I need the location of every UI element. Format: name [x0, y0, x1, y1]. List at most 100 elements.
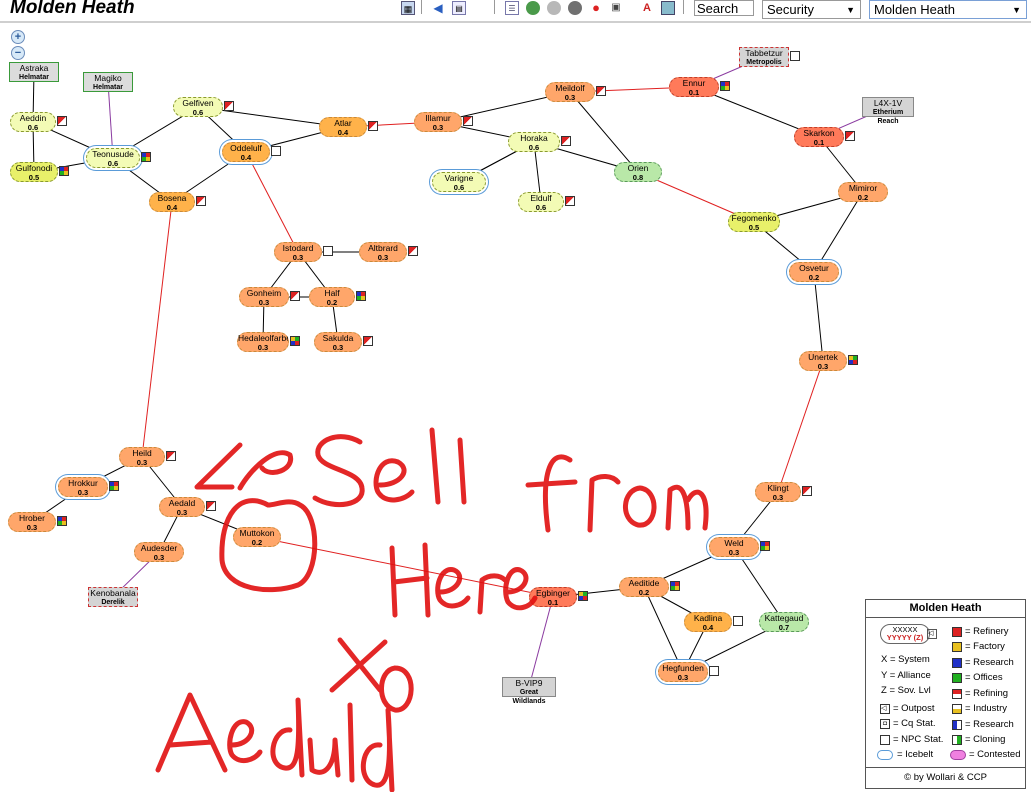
calendar-icon[interactable]: ▤	[452, 1, 466, 15]
system-eldulf[interactable]: Eldulf 0.6	[518, 192, 564, 212]
system-name: Istodard	[282, 244, 314, 253]
system-name: Aeditide	[628, 579, 660, 588]
legend-offices: = Offices	[965, 672, 1003, 683]
legend-icebelt: = Icebelt	[897, 749, 934, 760]
system-weld[interactable]: Weld 0.3	[709, 537, 759, 557]
truck-icon[interactable]: ▣	[609, 1, 623, 15]
back-arrow-icon[interactable]: ◀	[431, 1, 445, 15]
system-illamur[interactable]: Illamur 0.3	[414, 112, 462, 132]
list-icon[interactable]: ☰	[505, 1, 519, 15]
security-level: 0.3	[772, 493, 784, 502]
system-gelfiven[interactable]: Gelfiven 0.6	[173, 97, 223, 117]
system-altbrard[interactable]: Altbrard 0.3	[359, 242, 407, 262]
system-half[interactable]: Half 0.2	[309, 287, 355, 307]
system-bosena[interactable]: Bosena 0.4	[149, 192, 195, 212]
system-kattegaud[interactable]: Kattegaud 0.7	[759, 612, 809, 632]
security-level: 0.3	[332, 343, 344, 352]
legend-sample-node: XXXXX YYYYY (Z)	[880, 624, 930, 644]
security-select[interactable]: Security ▼	[762, 0, 861, 19]
system-gonheim[interactable]: Gonheim 0.3	[239, 287, 289, 307]
system-name: Horaka	[520, 134, 548, 143]
system-varigne[interactable]: Varigne 0.6	[432, 172, 486, 192]
search-input[interactable]: Search	[694, 0, 754, 16]
system-bvip9[interactable]: B-VIP9 Great Wildlands	[502, 677, 556, 705]
system-hrokkur[interactable]: Hrokkur 0.3	[58, 477, 108, 497]
system-atlar[interactable]: Atlar 0.4	[319, 117, 367, 137]
globe-icon[interactable]	[526, 1, 540, 15]
system-name: Meildolf	[555, 84, 585, 93]
system-astraka[interactable]: Astraka Helmatar	[9, 62, 59, 82]
system-aeditide[interactable]: Aeditide 0.2	[619, 577, 669, 597]
pdf-icon[interactable]: A	[640, 1, 654, 15]
station-services-icon	[848, 355, 858, 365]
system-aeddin[interactable]: Aeddin 0.6	[10, 112, 56, 132]
system-name: Magiko	[94, 73, 122, 83]
system-heild[interactable]: Heild 0.3	[119, 447, 165, 467]
system-name: Ennur	[682, 79, 706, 88]
station-services-icon	[670, 581, 680, 591]
station-services-icon	[290, 336, 300, 346]
map-icon[interactable]: ▦	[401, 1, 415, 15]
system-kadlina[interactable]: Kadlina 0.4	[684, 612, 732, 632]
system-orien[interactable]: Orien 0.8	[614, 162, 662, 182]
security-select-value: Security	[767, 2, 814, 17]
system-unertek[interactable]: Unertek 0.3	[799, 351, 847, 371]
system-name: Oddelulf	[230, 144, 262, 153]
system-fegomenko[interactable]: Fegomenko 0.5	[728, 212, 780, 232]
system-magiko[interactable]: Magiko Helmatar	[83, 72, 133, 92]
security-level: 0.6	[192, 108, 204, 117]
station-services-icon	[596, 86, 606, 96]
system-muttokon[interactable]: Muttokon 0.2	[233, 527, 281, 547]
security-level: 0.2	[638, 588, 650, 597]
system-aedald[interactable]: Aedald 0.3	[159, 497, 205, 517]
system-oddelulf[interactable]: Oddelulf 0.4	[222, 142, 270, 162]
system-name: Hrober	[19, 514, 45, 523]
pin-icon[interactable]: ●	[589, 1, 603, 15]
security-level: 0.3	[432, 123, 444, 132]
system-osvetur[interactable]: Osvetur 0.2	[789, 262, 839, 282]
system-hedaleolfarber[interactable]: Hedaleolfarber0.3	[237, 332, 289, 352]
sphere-icon[interactable]	[547, 1, 561, 15]
region-name: Derelik	[101, 599, 125, 606]
system-hegfunden[interactable]: Hegfunden 0.3	[658, 662, 708, 682]
system-name: Tabbetzur	[745, 48, 783, 58]
system-gulfonodi[interactable]: Gulfonodi 0.5	[10, 162, 58, 182]
chevron-down-icon: ▼	[1012, 5, 1021, 15]
system-egbinger[interactable]: Egbinger 0.1	[529, 587, 577, 607]
station-services-icon	[709, 666, 719, 676]
system-hrober[interactable]: Hrober 0.3	[8, 512, 56, 532]
icebelt-icon	[877, 750, 893, 760]
system-ennur[interactable]: Ennur 0.1	[669, 77, 719, 97]
station-services-icon	[59, 166, 69, 176]
security-level: 0.8	[632, 173, 644, 182]
system-teonusude[interactable]: Teonusude 0.6	[86, 148, 140, 168]
system-l4x1v[interactable]: L4X-1V Etherium Reach	[862, 97, 914, 125]
system-name: Astraka	[19, 63, 49, 73]
station-services-icon	[290, 291, 300, 301]
system-kenobanala[interactable]: Kenobanala Derelik	[88, 587, 138, 607]
station-services-icon	[561, 136, 571, 146]
system-sakulda[interactable]: Sakulda 0.3	[314, 332, 362, 352]
security-level: 0.6	[528, 143, 540, 152]
security-level: 0.2	[326, 298, 338, 307]
sphere-dark-icon[interactable]	[568, 1, 582, 15]
security-level: 0.5	[748, 223, 760, 232]
system-klingt[interactable]: Klingt 0.3	[755, 482, 801, 502]
system-name: Orien	[627, 164, 649, 173]
system-tabbetzur[interactable]: Tabbetzur Metropolis	[739, 47, 789, 67]
system-meildolf[interactable]: Meildolf 0.3	[545, 82, 595, 102]
system-istodard[interactable]: Istodard 0.3	[274, 242, 322, 262]
system-mimiror[interactable]: Mimiror 0.2	[838, 182, 888, 202]
contested-icon	[950, 750, 966, 760]
legend-alliance: Y = Alliance	[881, 670, 931, 681]
factory-icon	[952, 642, 962, 652]
system-skarkon[interactable]: Skarkon 0.1	[794, 127, 844, 147]
system-horaka[interactable]: Horaka 0.6	[508, 132, 560, 152]
station-services-icon	[224, 101, 234, 111]
region-select[interactable]: Molden Heath ▼	[869, 0, 1027, 19]
legend-title: Molden Heath	[909, 602, 982, 614]
image-icon[interactable]	[661, 1, 675, 15]
system-name: Altbrard	[368, 244, 398, 253]
system-audesder[interactable]: Audesder 0.3	[134, 542, 184, 562]
system-name: Fegomenko	[731, 214, 777, 223]
